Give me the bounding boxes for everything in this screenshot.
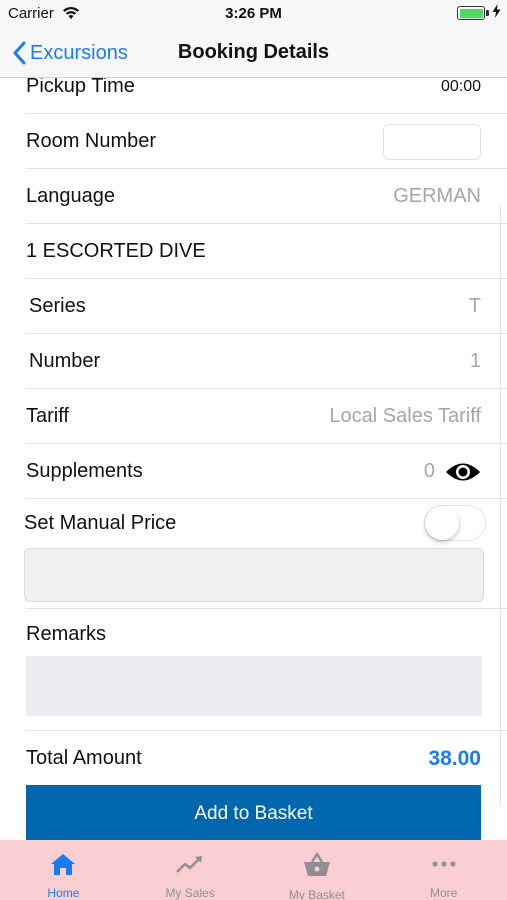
eye-icon[interactable] [445,461,481,483]
tab-my-sales[interactable]: My Sales [127,840,254,900]
tab-more-label: More [429,886,458,900]
number-row[interactable]: Number 1 [29,334,481,389]
number-value[interactable]: 1 [470,350,481,373]
tab-my-basket[interactable]: My Basket [254,840,381,900]
manual-price-input[interactable] [24,548,484,602]
excursion-name: 1 ESCORTED DIVE [26,240,206,262]
charging-bolt-icon [492,4,501,21]
total-amount-value: 38.00 [428,746,481,770]
add-to-basket-button[interactable]: Add to Basket [26,785,481,840]
total-amount-label: Total Amount [26,747,142,769]
pickup-time-label: Pickup Time [26,78,135,97]
navigation-bar: Excursions Booking Details [0,28,507,78]
remarks-row: Remarks [26,607,481,662]
manual-price-toggle[interactable] [424,505,486,541]
supplements-label: Supplements [26,460,143,482]
tab-bar: Home My Sales My Basket More [0,840,507,900]
toggle-knob [425,506,459,540]
status-time: 3:26 PM [225,5,282,22]
remarks-label: Remarks [26,623,107,645]
booking-details-form[interactable]: Pickup Time 00:00 Room Number Language G… [0,78,507,840]
tab-home[interactable]: Home [0,840,127,900]
tariff-row[interactable]: Tariff Local Sales Tariff [26,389,481,444]
basket-icon [303,852,331,878]
room-number-label: Room Number [26,130,157,152]
number-label: Number [29,350,101,372]
tab-my-sales-label: My Sales [165,886,215,900]
series-value[interactable]: T [469,295,481,318]
supplements-row[interactable]: Supplements 0 [26,444,481,499]
tariff-value[interactable]: Local Sales Tariff [329,405,481,428]
battery-tip [486,10,489,16]
language-label: Language [26,185,115,207]
tab-my-basket-label: My Basket [288,888,345,900]
room-number-row[interactable]: Room Number [26,114,481,169]
tab-home-label: Home [47,886,80,900]
more-icon [431,852,457,876]
series-row[interactable]: Series T [29,279,481,334]
battery-icon [457,6,485,20]
excursion-row: 1 ESCORTED DIVE [26,224,481,279]
manual-price-row[interactable]: Set Manual Price [24,497,486,549]
series-label: Series [29,295,86,317]
language-value[interactable]: GERMAN [393,185,481,208]
supplements-count: 0 [423,460,435,482]
manual-price-label: Set Manual Price [24,511,177,534]
remarks-input[interactable] [26,656,482,716]
pickup-time-value[interactable]: 00:00 [441,78,481,96]
page-title: Booking Details [177,41,330,63]
scroll-indicator[interactable] [500,205,501,805]
tariff-label: Tariff [26,405,69,427]
tab-more[interactable]: More [380,840,507,900]
language-row[interactable]: Language GERMAN [26,169,481,224]
trend-icon [176,852,204,876]
status-bar: Carrier 3:26 PM [0,0,507,28]
home-icon [50,852,76,876]
room-number-input[interactable] [383,123,481,160]
pickup-time-row[interactable]: Pickup Time 00:00 [26,78,481,114]
total-amount-row: Total Amount 38.00 [26,731,481,786]
supplements-right: 0 [424,460,481,483]
